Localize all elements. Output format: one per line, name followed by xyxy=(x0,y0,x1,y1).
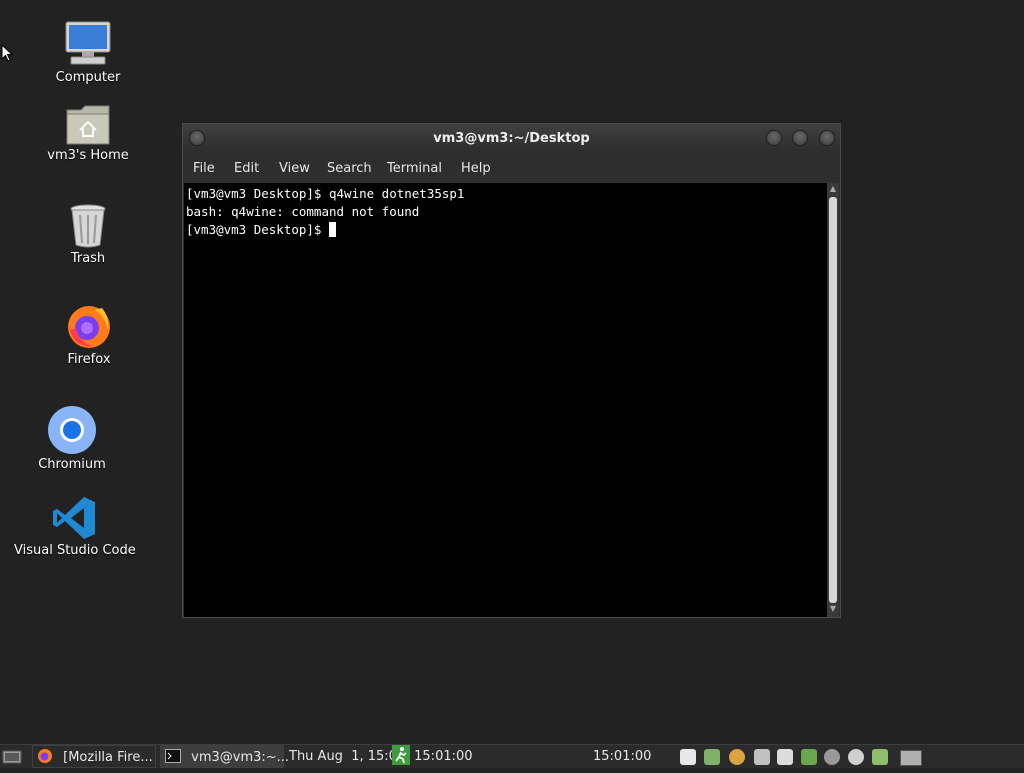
running-man-icon xyxy=(392,745,410,765)
x-tools-icon[interactable] xyxy=(872,749,888,765)
desktop-icon-vscode[interactable]: Visual Studio Code xyxy=(14,495,136,558)
show-desktop-icon xyxy=(2,750,22,764)
scroll-up-icon[interactable]: ▲ xyxy=(827,184,839,193)
maximize-button[interactable] xyxy=(792,130,808,146)
taskbar-task-label: vm3@vm3:~... xyxy=(191,750,290,765)
clipboard-tray-icon[interactable] xyxy=(801,749,817,765)
taskbar-runner[interactable]: 15:01:00 xyxy=(392,745,473,768)
text-cursor xyxy=(329,222,336,237)
show-desktop-button[interactable] xyxy=(2,745,24,768)
desktop-icon-label: Chromium xyxy=(38,457,106,472)
computer-icon xyxy=(65,21,111,65)
menu-bar: File Edit View Search Terminal Help xyxy=(183,154,840,182)
desktop-icon-chromium[interactable]: Chromium xyxy=(32,405,112,472)
menu-search[interactable]: Search xyxy=(327,161,372,176)
menu-file[interactable]: File xyxy=(193,161,215,176)
terminal-scrollbar[interactable]: ▲ ▼ xyxy=(827,183,839,617)
calendar-tray-icon[interactable] xyxy=(680,749,696,765)
taskbar-date-clock[interactable]: Thu Aug 1, 15:01 xyxy=(289,745,405,768)
minimize-button[interactable] xyxy=(766,130,782,146)
desktop-icon-label: vm3's Home xyxy=(47,148,129,163)
mouse-cursor-icon xyxy=(1,44,13,62)
taskbar-task-firefox[interactable]: [Mozilla Fire... xyxy=(32,745,156,768)
firefox-icon xyxy=(68,306,110,348)
menu-help[interactable]: Help xyxy=(461,161,491,176)
terminal-prompt-line: [vm3@vm3 Desktop]$ xyxy=(186,222,336,237)
desktop-icon-label: Visual Studio Code xyxy=(14,543,136,558)
settings-tray-icon[interactable] xyxy=(848,749,864,765)
home-folder-icon xyxy=(66,105,110,145)
desktop-icon-label: Trash xyxy=(70,251,106,266)
terminal-line: bash: q4wine: command not found xyxy=(186,204,420,219)
trash-icon xyxy=(70,204,106,248)
vscode-icon xyxy=(53,497,95,539)
network-tray-icon[interactable] xyxy=(704,749,720,765)
package-tray-icon[interactable] xyxy=(729,749,745,765)
firefox-icon xyxy=(38,749,52,763)
desktop-icon-computer[interactable]: Computer xyxy=(48,20,128,85)
display-tray-icon[interactable] xyxy=(824,749,840,765)
taskbar-task-terminal[interactable]: vm3@vm3:~... xyxy=(160,745,289,768)
update-tray-icon[interactable] xyxy=(754,749,770,765)
window-titlebar[interactable]: vm3@vm3:~/Desktop xyxy=(183,124,840,154)
runner-time: 15:01:00 xyxy=(414,749,473,764)
scrollbar-thumb[interactable] xyxy=(829,197,837,603)
desktop-icon-label: Computer xyxy=(55,70,121,85)
scroll-down-icon[interactable]: ▼ xyxy=(827,604,839,613)
desktop-icon-firefox[interactable]: Firefox xyxy=(49,300,129,367)
chromium-icon xyxy=(48,406,96,454)
upload-tray-icon[interactable] xyxy=(777,749,793,765)
taskbar-clock[interactable]: 15:01:00 xyxy=(593,745,651,768)
terminal-prompt: [vm3@vm3 Desktop]$ xyxy=(186,222,329,237)
close-button[interactable] xyxy=(819,130,835,146)
terminal-output[interactable]: [vm3@vm3 Desktop]$ q4wine dotnet35sp1 ba… xyxy=(184,183,827,617)
terminal-window[interactable]: vm3@vm3:~/Desktop File Edit View Search … xyxy=(182,123,841,618)
desktop-icon-trash[interactable]: Trash xyxy=(48,203,128,266)
taskbar: [Mozilla Fire... vm3@vm3:~... Thu Aug 1,… xyxy=(0,744,1024,768)
desktop-icon-label: Firefox xyxy=(67,352,111,367)
taskbar-task-label: [Mozilla Fire... xyxy=(63,750,153,765)
menu-edit[interactable]: Edit xyxy=(234,161,259,176)
terminal-line: [vm3@vm3 Desktop]$ q4wine dotnet35sp1 xyxy=(186,186,465,201)
menu-terminal[interactable]: Terminal xyxy=(387,161,442,176)
terminal-icon xyxy=(165,749,181,763)
menu-view[interactable]: View xyxy=(279,161,310,176)
desktop-switcher-icon[interactable] xyxy=(900,750,922,766)
window-title: vm3@vm3:~/Desktop xyxy=(433,131,590,146)
desktop-icon-home[interactable]: vm3's Home xyxy=(43,102,133,163)
